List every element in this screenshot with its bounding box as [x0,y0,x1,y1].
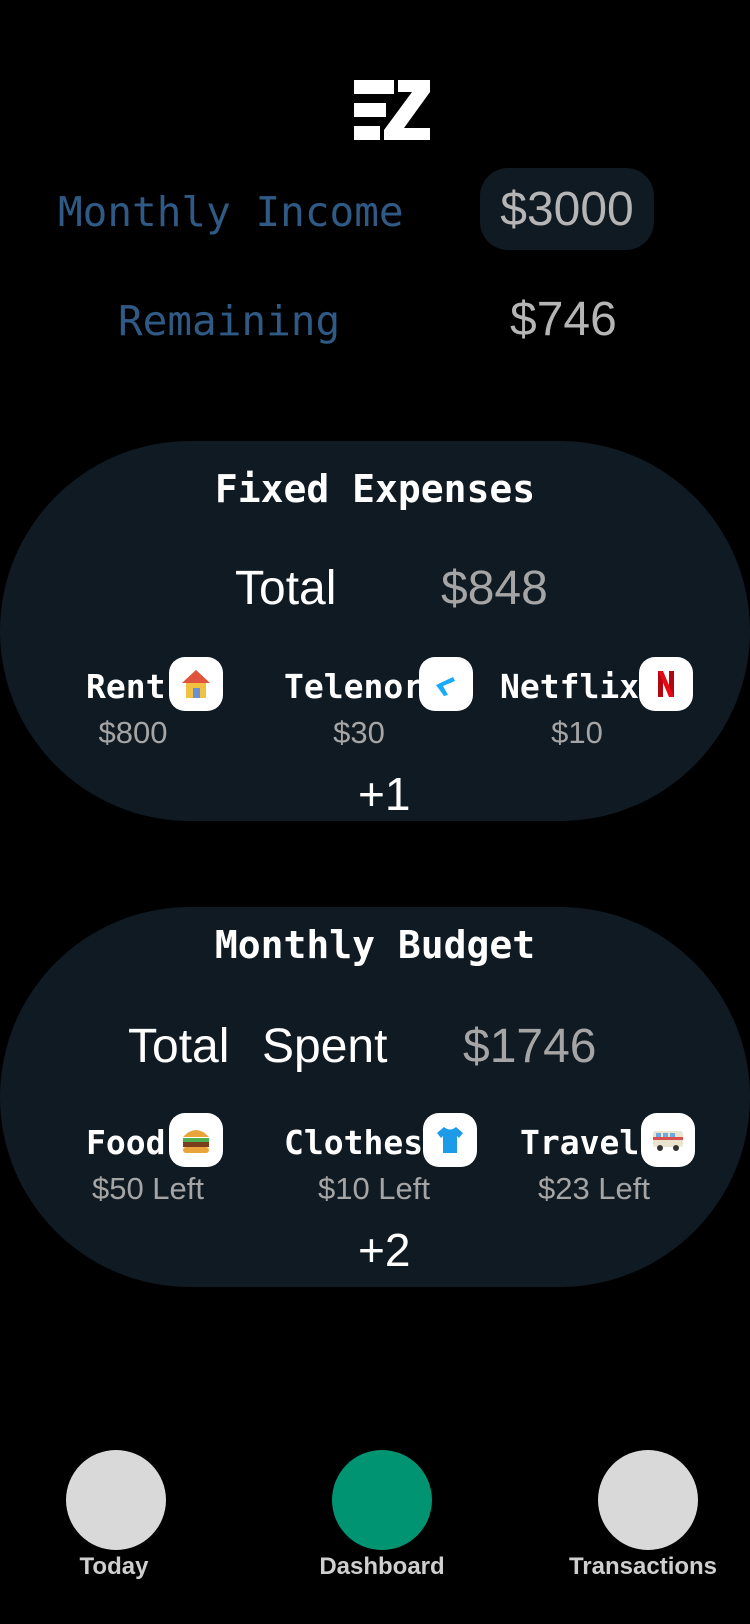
travel-label: Travel [520,1123,640,1162]
tshirt-icon[interactable] [423,1113,477,1167]
nav-dashboard[interactable] [332,1450,432,1550]
clothes-value: $10 Left [317,1171,431,1206]
nav-today[interactable] [66,1450,166,1550]
rent-value: $800 [98,715,168,750]
telenor-value: $30 [333,715,385,750]
nav-dashboard-icon[interactable] [332,1450,432,1550]
burger-icon[interactable] [169,1113,223,1167]
ez-logo-icon [354,80,430,140]
nav-transactions-label[interactable]: Transactions [558,1553,728,1581]
fixed-expenses-card[interactable]: Fixed Expenses Total $848 Rent $800 Tele… [0,441,750,821]
monthly-income-label: Monthly Income [58,188,404,236]
fixed-total-value: $848 [441,562,548,615]
netflix-label: Netflix [500,667,640,706]
netflix-logo-icon[interactable] [639,657,693,711]
remaining-value: $746 [510,293,617,346]
clothes-label: Clothes [284,1123,424,1162]
budget-total-label-1: Total [128,1020,230,1073]
food-label: Food [86,1123,166,1162]
fixed-expenses-title: Fixed Expenses [214,467,536,511]
nav-today-icon[interactable] [66,1450,166,1550]
budget-more-button[interactable]: +2 [358,1223,410,1277]
remaining-label: Remaining [118,297,341,345]
netflix-value: $10 [551,715,603,750]
budget-total-label-2: Spent [262,1020,388,1073]
bus-icon[interactable] [641,1113,695,1167]
telenor-label: Telenor [284,667,424,706]
monthly-income-input[interactable]: $3000 [480,168,654,250]
nav-transactions-icon[interactable] [598,1450,698,1550]
monthly-budget-card[interactable]: Monthly Budget Total Spent $1746 Food $5… [0,907,750,1287]
nav-dashboard-label[interactable]: Dashboard [302,1553,462,1581]
nav-transactions[interactable] [598,1450,698,1550]
nav-today-label[interactable]: Today [44,1553,184,1581]
fixed-total-label: Total [235,562,337,615]
food-value: $50 Left [91,1171,205,1206]
travel-value: $23 Left [537,1171,651,1206]
house-icon[interactable] [169,657,223,711]
budget-total-value: $1746 [463,1020,597,1073]
fixed-more-button[interactable]: +1 [358,767,410,821]
rent-label: Rent [86,667,166,706]
monthly-budget-title: Monthly Budget [214,923,536,967]
telenor-logo-icon[interactable] [419,657,473,711]
